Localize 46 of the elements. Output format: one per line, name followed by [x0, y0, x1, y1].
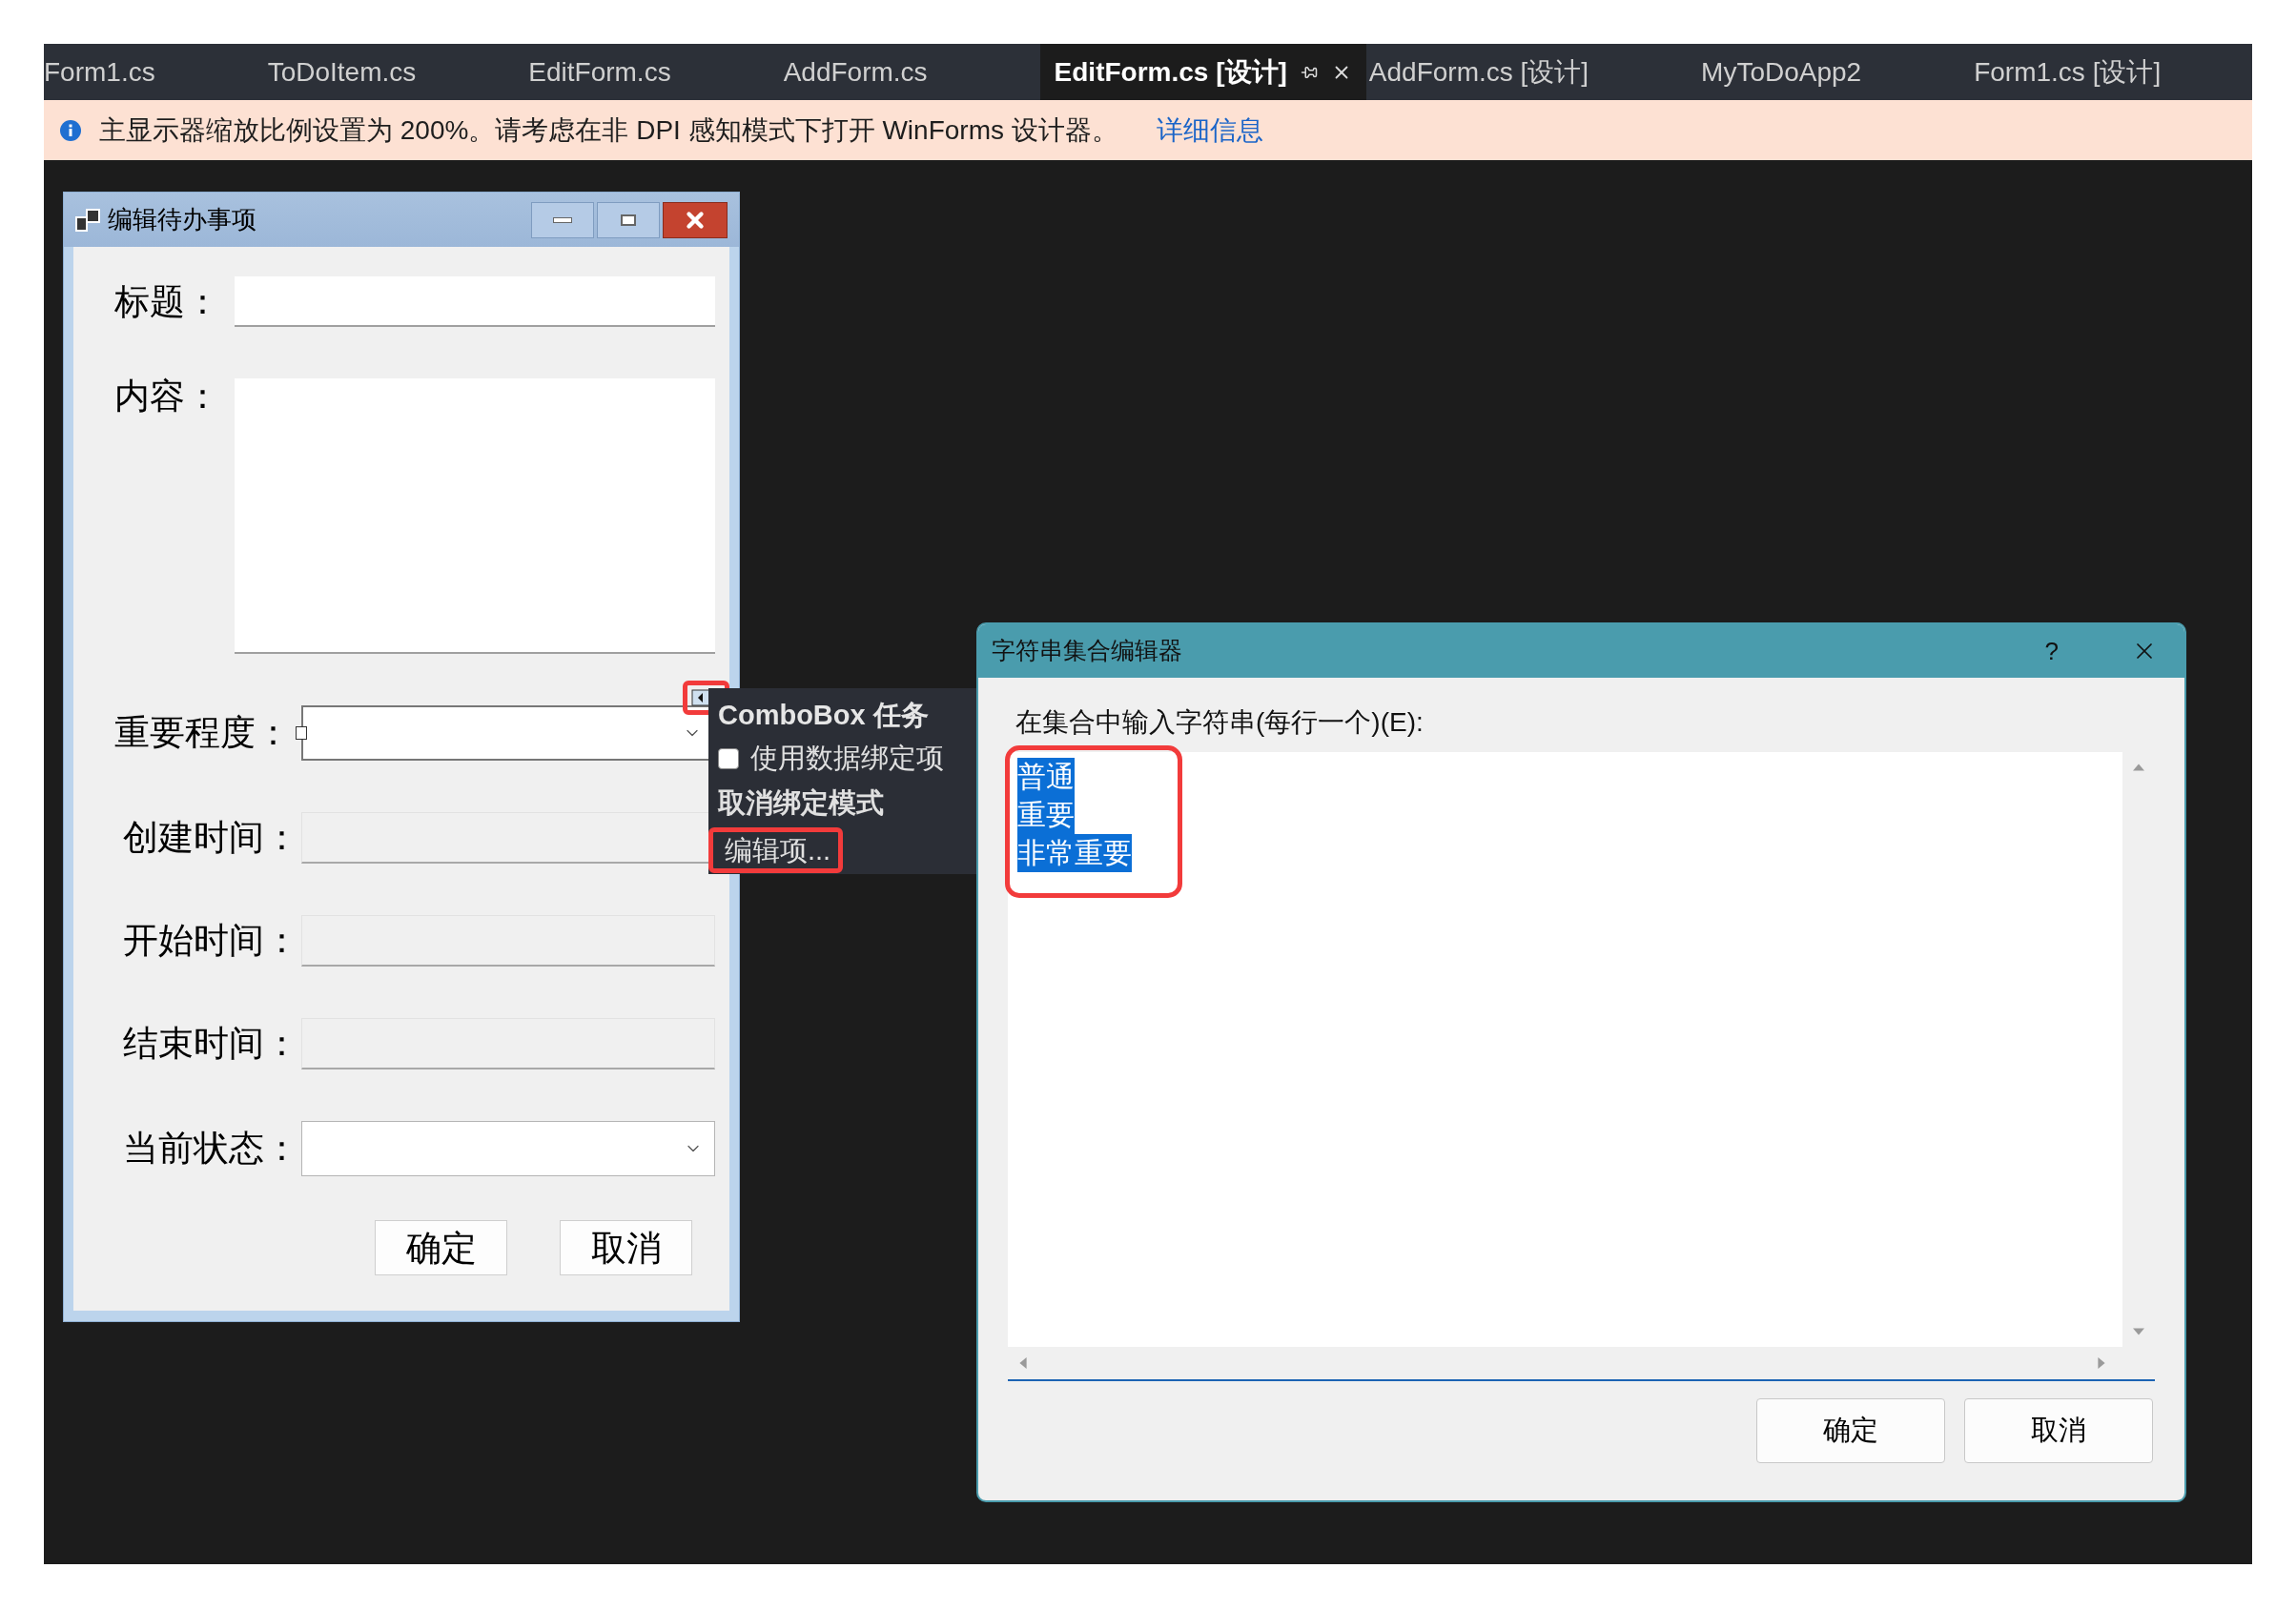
scroll-right-icon[interactable] — [2096, 1357, 2107, 1369]
info-icon — [59, 118, 82, 142]
text-field[interactable] — [235, 276, 715, 327]
scroll-down-icon[interactable] — [2133, 1326, 2144, 1337]
scroll-left-icon[interactable] — [1017, 1357, 1029, 1369]
selection-handle[interactable] — [296, 726, 307, 740]
date-time-field[interactable] — [301, 1018, 715, 1069]
document-tab[interactable]: Form1.cs [设计] — [1974, 44, 2252, 100]
smart-tag-icon[interactable] — [691, 689, 710, 706]
document-tab[interactable]: MyToDoApp2 — [1701, 44, 1975, 100]
details-link[interactable]: 详细信息 — [1156, 110, 1263, 151]
smart-tag-title: ComboBox 任务 — [718, 699, 930, 732]
info-message: 主显示器缩放比例设置为 200%。请考虑在非 DPI 感知模式下打开 WinForms 设计器。 — [99, 113, 1118, 147]
scroll-up-icon[interactable] — [2133, 762, 2144, 773]
field-label: 重要程度： — [114, 713, 291, 752]
dialog-button[interactable]: 取消 — [1964, 1398, 2153, 1463]
document-tab[interactable]: EditForm.cs [设计] — [1039, 44, 1366, 100]
document-tab[interactable]: AddForm.cs — [783, 44, 1040, 100]
dialog-button[interactable]: 确定 — [1756, 1398, 1945, 1463]
collection-prompt: 在集合中输入字符串(每行一个)(E): — [1015, 706, 1425, 739]
field-label: 结束时间： — [123, 1024, 299, 1063]
date-time-field[interactable] — [301, 915, 715, 967]
form-button[interactable]: 取消 — [560, 1220, 692, 1275]
maximize-button[interactable] — [597, 201, 660, 238]
help-button[interactable]: ? — [2044, 632, 2059, 670]
document-tab[interactable]: EditForm.cs — [528, 44, 784, 100]
form-title: 编辑待办事项 — [108, 204, 256, 235]
multiline-text-field[interactable] — [235, 378, 715, 654]
field-label: 创建时间： — [123, 818, 299, 857]
close-button[interactable] — [663, 201, 728, 238]
document-tab[interactable]: AddForm.cs [设计] — [1368, 44, 1702, 100]
checkbox[interactable] — [718, 748, 739, 769]
field-label: 内容： — [114, 377, 220, 416]
document-tab[interactable]: ToDoItem.cs — [267, 44, 529, 100]
field-label: 当前状态： — [123, 1129, 299, 1168]
edit-items-link[interactable]: 编辑项... — [708, 827, 844, 873]
document-tab[interactable]: Form1.cs — [44, 44, 268, 100]
smart-tag-action[interactable]: 取消绑定模式 — [718, 784, 884, 822]
checkbox-label[interactable]: 使用数据绑定项 — [750, 738, 944, 780]
dialog-title: 字符串集合编辑器 — [992, 636, 1182, 666]
form-icon — [75, 207, 100, 233]
form-button[interactable]: 确定 — [375, 1220, 507, 1275]
minimize-button[interactable] — [531, 201, 594, 238]
field-label: 开始时间： — [123, 921, 299, 960]
combo-box[interactable] — [301, 1121, 715, 1176]
field-label: 标题： — [114, 281, 220, 321]
